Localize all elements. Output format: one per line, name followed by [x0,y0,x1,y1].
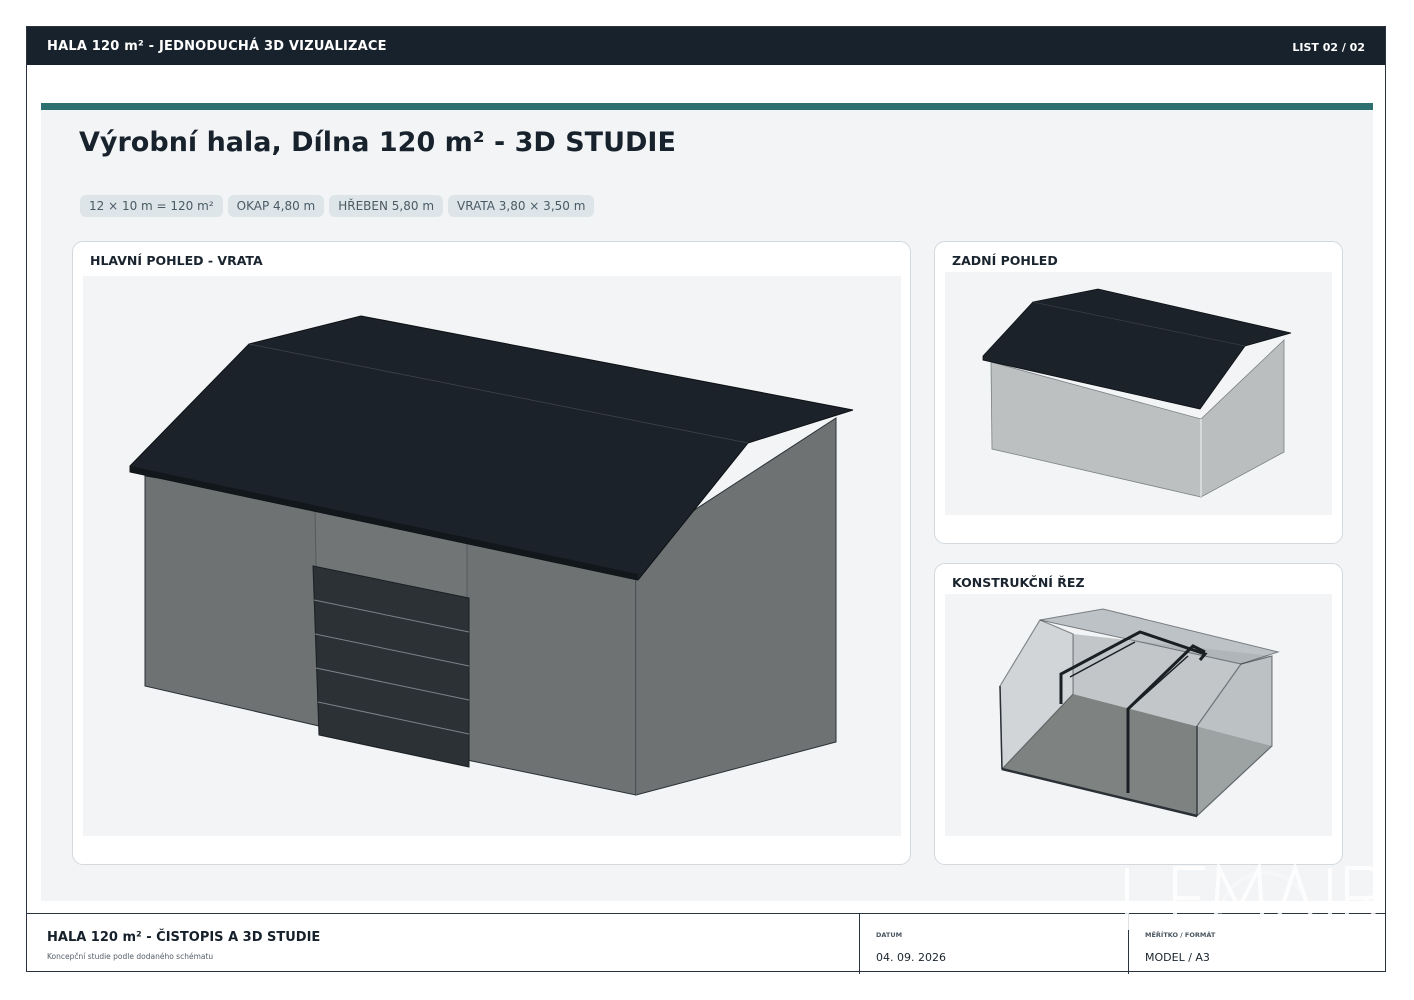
watermark-logo [1125,860,1384,965]
date-label: DATUM [876,931,903,939]
main-view-gate [312,565,470,768]
main-view-drawing [129,315,854,796]
chip-gate: VRATA 3,80 × 3,50 m [448,195,595,217]
main-view-panel: HLAVNÍ POHLED - VRATA [72,241,911,865]
title-block-title: HALA 120 m² - ČISTOPIS A 3D STUDIE [47,930,321,945]
section-view-panel: KONSTRUKČNÍ ŘEZ [934,563,1343,865]
page-title: Výrobní hala, Dílna 120 m² - 3D STUDIE [79,127,676,158]
section-view-viewport [945,594,1332,836]
chip-ridge: HŘEBEN 5,80 m [329,195,444,217]
spec-chips: 12 × 10 m = 120 m² OKAP 4,80 m HŘEBEN 5,… [80,195,595,217]
rear-view-panel: ZADNÍ POHLED [934,241,1343,544]
accent-bar [41,103,1373,110]
chip-dimensions: 12 × 10 m = 120 m² [80,195,223,217]
date-value: 04. 09. 2026 [876,951,946,964]
section-view-drawing [999,608,1280,818]
rear-view-drawing [982,288,1292,498]
section-view-title: KONSTRUKČNÍ ŘEZ [952,575,1085,590]
content-area: Výrobní hala, Dílna 120 m² - 3D STUDIE 1… [41,103,1373,901]
rear-view-title: ZADNÍ POHLED [952,253,1058,268]
drawing-sheet: HALA 120 m² - JEDNODUCHÁ 3D VIZUALIZACE … [26,26,1386,974]
title-bar: HALA 120 m² - JEDNODUCHÁ 3D VIZUALIZACE … [27,27,1385,65]
main-view-title: HLAVNÍ POHLED - VRATA [90,253,263,268]
sheet-number: LIST 02 / 02 [1292,41,1365,54]
title-block-subtitle: Koncepční studie podle dodaného schématu [47,952,214,961]
sheet-title: HALA 120 m² - JEDNODUCHÁ 3D VIZUALIZACE [47,39,387,54]
chip-eave: OKAP 4,80 m [227,195,325,217]
rear-view-viewport [945,272,1332,515]
date-cell: DATUM 04. 09. 2026 [859,914,1129,974]
main-view-viewport [83,276,901,836]
